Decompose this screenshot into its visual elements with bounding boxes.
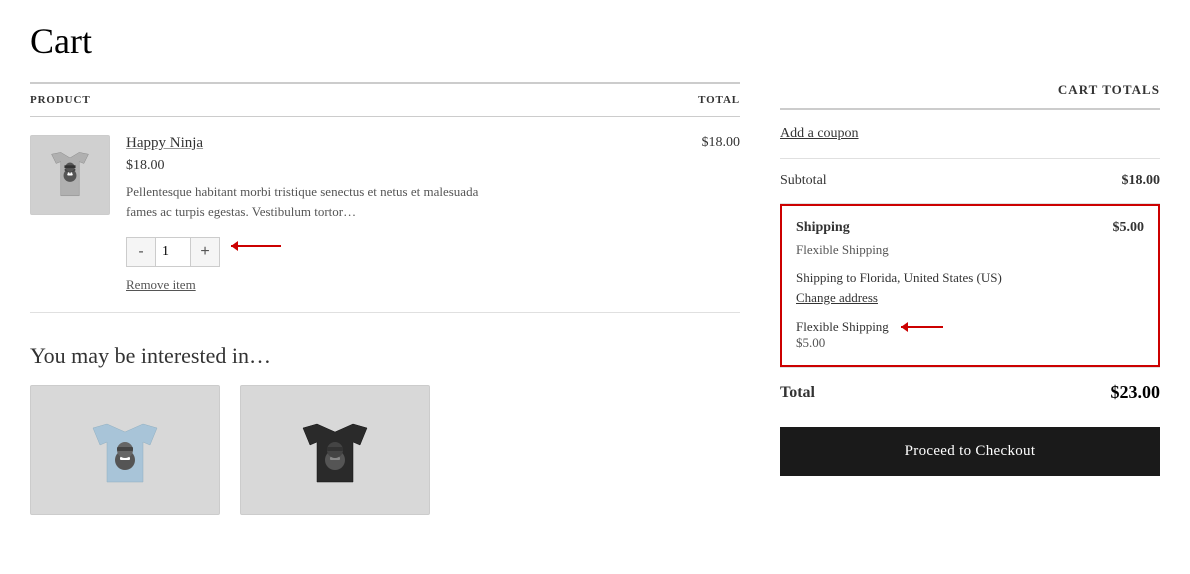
product-image — [30, 135, 110, 215]
subtotal-row: Subtotal $18.00 — [780, 159, 1160, 204]
suggested-products — [30, 385, 740, 515]
flexible-shipping-option: Flexible Shipping $5.00 — [796, 319, 1144, 351]
you-may-section: You may be interested in… — [30, 343, 740, 515]
col-total-header: TOTAL — [683, 83, 740, 117]
subtotal-value: $18.00 — [1122, 173, 1161, 189]
cart-table: PRODUCT TOTAL — [30, 82, 740, 313]
product-price: $18.00 — [126, 158, 506, 174]
add-coupon-link[interactable]: Add a coupon — [780, 126, 859, 141]
total-label: Total — [780, 384, 815, 402]
shipping-price: $5.00 — [1113, 220, 1145, 236]
subtotal-label: Subtotal — [780, 173, 827, 189]
cart-left-panel: PRODUCT TOTAL — [30, 82, 740, 515]
you-may-heading: You may be interested in… — [30, 343, 740, 369]
flexible-shipping-price: $5.00 — [796, 335, 1144, 351]
product-name: Happy Ninja — [126, 135, 506, 152]
suggested-product-2 — [240, 385, 430, 515]
remove-item-link[interactable]: Remove item — [126, 277, 196, 292]
shipping-method: Flexible Shipping — [796, 242, 1144, 258]
shipping-label: Shipping — [796, 220, 850, 236]
table-row: Happy Ninja $18.00 Pellentesque habitant… — [30, 117, 740, 313]
coupon-row: Add a coupon — [780, 110, 1160, 159]
product-cell: Happy Ninja $18.00 Pellentesque habitant… — [30, 117, 683, 313]
quantity-arrow-icon — [226, 236, 286, 256]
quantity-increase-button[interactable]: + — [191, 238, 219, 266]
quantity-decrease-button[interactable]: - — [127, 238, 155, 266]
remove-item: Remove item — [126, 277, 506, 294]
quantity-input[interactable] — [155, 238, 191, 266]
change-address: Change address — [796, 290, 1144, 307]
shipping-box: Shipping $5.00 Flexible Shipping Shippin… — [780, 204, 1160, 367]
product-description: Pellentesque habitant morbi tristique se… — [126, 182, 506, 221]
flexible-shipping-name: Flexible Shipping — [796, 319, 889, 335]
quantity-stepper[interactable]: - + — [126, 237, 220, 267]
cart-totals-title: CART TOTALS — [780, 82, 1160, 110]
cart-right-panel: CART TOTALS Add a coupon Subtotal $18.00… — [780, 82, 1160, 476]
change-address-link[interactable]: Change address — [796, 290, 878, 305]
product-total-cell: $18.00 — [683, 117, 740, 313]
checkout-button[interactable]: Proceed to Checkout — [780, 427, 1160, 476]
suggested-image-2 — [240, 385, 430, 515]
shipping-address: Shipping to Florida, United States (US) — [796, 270, 1144, 286]
suggested-product-1 — [30, 385, 220, 515]
col-product-header: PRODUCT — [30, 83, 683, 117]
total-row: Total $23.00 — [780, 367, 1160, 417]
total-value: $23.00 — [1111, 382, 1161, 403]
product-details: Happy Ninja $18.00 Pellentesque habitant… — [126, 135, 506, 294]
suggested-image-1 — [30, 385, 220, 515]
page-title: Cart — [30, 20, 1160, 62]
flexible-shipping-arrow-icon — [897, 319, 947, 335]
